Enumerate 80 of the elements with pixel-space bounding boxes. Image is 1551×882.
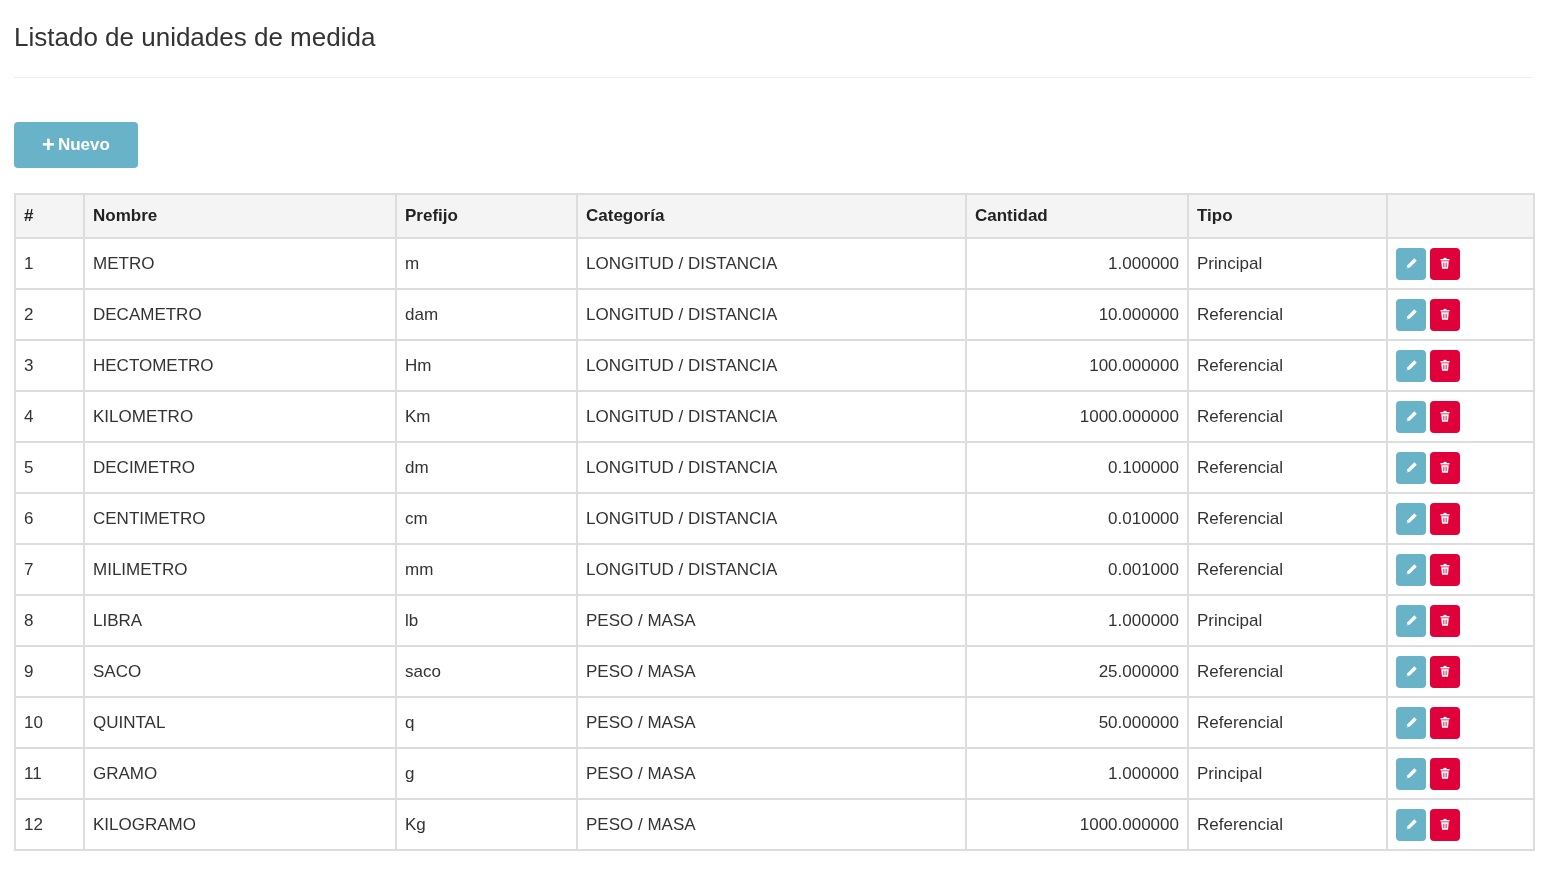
table-cell: Kg: [396, 799, 577, 850]
table-cell: saco: [396, 646, 577, 697]
table-cell: PESO / MASA: [577, 748, 966, 799]
table-cell: 10.000000: [966, 289, 1188, 340]
table-cell: cm: [396, 493, 577, 544]
table-cell: Principal: [1188, 595, 1387, 646]
table-cell: Principal: [1188, 238, 1387, 289]
column-header: Categoría: [577, 194, 966, 238]
table-cell: 1: [15, 238, 84, 289]
table-cell: Referencial: [1188, 544, 1387, 595]
table-cell: q: [396, 697, 577, 748]
table-cell: 1.000000: [966, 595, 1188, 646]
table-cell: DECAMETRO: [84, 289, 396, 340]
table-cell: 2: [15, 289, 84, 340]
table-cell: Referencial: [1188, 799, 1387, 850]
table-cell: LONGITUD / DISTANCIA: [577, 391, 966, 442]
table-cell: 1000.000000: [966, 391, 1188, 442]
table-cell: Referencial: [1188, 442, 1387, 493]
table-cell: 11: [15, 748, 84, 799]
column-header: Cantidad: [966, 194, 1188, 238]
table-cell: PESO / MASA: [577, 646, 966, 697]
table-cell: dm: [396, 442, 577, 493]
table-cell: GRAMO: [84, 748, 396, 799]
table-cell: KILOGRAMO: [84, 799, 396, 850]
table-cell: Referencial: [1188, 646, 1387, 697]
table-cell: MILIMETRO: [84, 544, 396, 595]
page-title: Listado de unidades de medida: [14, 21, 377, 54]
table-cell: 0.010000: [966, 493, 1188, 544]
table-cell: LONGITUD / DISTANCIA: [577, 238, 966, 289]
table-cell: 1.000000: [966, 748, 1188, 799]
table-cell: Hm: [396, 340, 577, 391]
table-cell: DECIMETRO: [84, 442, 396, 493]
new-button[interactable]: +Nuevo: [14, 122, 138, 168]
table-cell: 25.000000: [966, 646, 1188, 697]
table-cell: dam: [396, 289, 577, 340]
table-cell: Referencial: [1188, 391, 1387, 442]
table-cell: PESO / MASA: [577, 595, 966, 646]
column-header: #: [15, 194, 84, 238]
table-cell: Referencial: [1188, 340, 1387, 391]
column-header: Prefijo: [396, 194, 577, 238]
table-cell: 0.001000: [966, 544, 1188, 595]
table-cell: 1.000000: [966, 238, 1188, 289]
table-cell: m: [396, 238, 577, 289]
table-cell: 3: [15, 340, 84, 391]
table-cell: Km: [396, 391, 577, 442]
table-cell: KILOMETRO: [84, 391, 396, 442]
table-cell: METRO: [84, 238, 396, 289]
table-cell: 6: [15, 493, 84, 544]
table-cell: mm: [396, 544, 577, 595]
table-cell: 12: [15, 799, 84, 850]
table-cell: lb: [396, 595, 577, 646]
table-cell: 5: [15, 442, 84, 493]
table-cell: 100.000000: [966, 340, 1188, 391]
table-cell: LONGITUD / DISTANCIA: [577, 442, 966, 493]
table-cell: 50.000000: [966, 697, 1188, 748]
table-cell: LONGITUD / DISTANCIA: [577, 544, 966, 595]
table-cell: HECTOMETRO: [84, 340, 396, 391]
table-cell: PESO / MASA: [577, 799, 966, 850]
table-cell: Referencial: [1188, 289, 1387, 340]
table-cell: LONGITUD / DISTANCIA: [577, 289, 966, 340]
table-cell: Referencial: [1188, 493, 1387, 544]
table-cell: 1000.000000: [966, 799, 1188, 850]
table-cell: CENTIMETRO: [84, 493, 396, 544]
table-cell: QUINTAL: [84, 697, 396, 748]
table-cell: SACO: [84, 646, 396, 697]
table-cell: Referencial: [1188, 697, 1387, 748]
table-cell: LONGITUD / DISTANCIA: [577, 340, 966, 391]
table-cell: 0.100000: [966, 442, 1188, 493]
table-cell: PESO / MASA: [577, 697, 966, 748]
table-cell: 7: [15, 544, 84, 595]
table-cell: 9: [15, 646, 84, 697]
table-cell: Principal: [1188, 748, 1387, 799]
table-cell: LONGITUD / DISTANCIA: [577, 493, 966, 544]
table-cell: g: [396, 748, 577, 799]
table-cell: 4: [15, 391, 84, 442]
column-header: Tipo: [1188, 194, 1387, 238]
column-header: Nombre: [84, 194, 396, 238]
table-cell: 8: [15, 595, 84, 646]
table-cell: LIBRA: [84, 595, 396, 646]
table-cell: 10: [15, 697, 84, 748]
